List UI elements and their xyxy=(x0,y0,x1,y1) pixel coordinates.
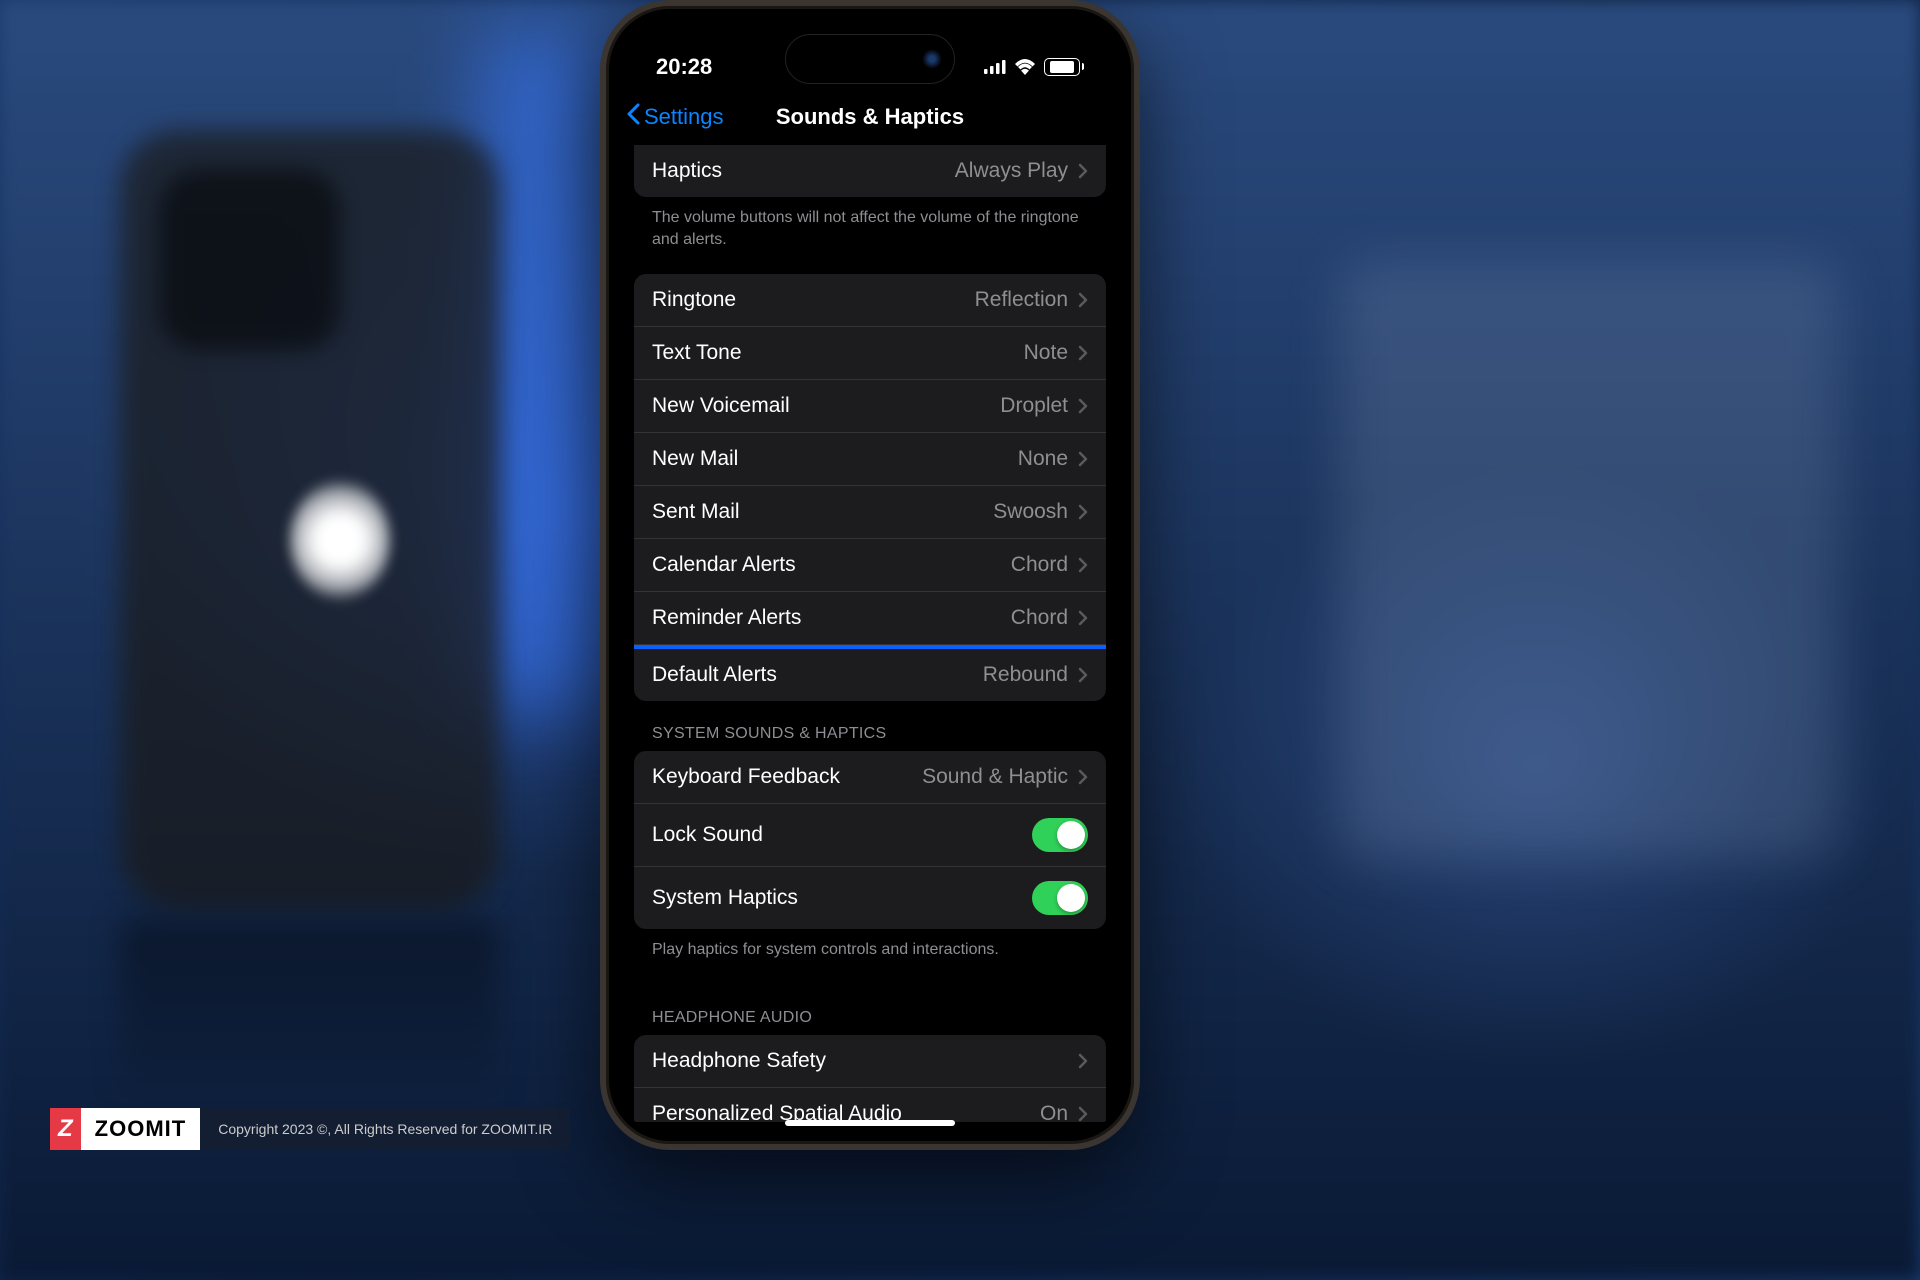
front-camera xyxy=(922,49,942,69)
headphone-audio-group: Headphone Safety Personalized Spatial Au… xyxy=(634,1035,1106,1122)
lock-sound-row: Lock Sound xyxy=(634,804,1106,867)
background-apple-logo xyxy=(290,480,390,600)
settings-content[interactable]: Haptics Always Play The volume buttons w… xyxy=(614,145,1126,1122)
system-haptics-toggle[interactable] xyxy=(1032,881,1088,915)
chevron-right-icon xyxy=(1078,1053,1088,1069)
new-mail-row[interactable]: New Mail None xyxy=(634,433,1106,486)
battery-indicator: 80 xyxy=(1044,58,1084,76)
page-title: Sounds & Haptics xyxy=(776,104,964,130)
navigation-bar: Settings Sounds & Haptics xyxy=(614,89,1126,145)
chevron-left-icon xyxy=(626,103,640,131)
system-sounds-group: Keyboard Feedback Sound & Haptic Lock So… xyxy=(634,751,1106,929)
sounds-group: Ringtone Reflection Text Tone Note New V… xyxy=(634,274,1106,701)
haptics-group: Haptics Always Play xyxy=(634,145,1106,197)
back-button[interactable]: Settings xyxy=(626,103,724,131)
watermark-copyright: Copyright 2023 ©, All Rights Reserved fo… xyxy=(200,1121,570,1137)
home-indicator[interactable] xyxy=(785,1120,955,1126)
chevron-right-icon xyxy=(1078,292,1088,308)
cellular-signal-icon xyxy=(984,60,1006,74)
wifi-icon xyxy=(1014,59,1036,75)
system-sounds-header: SYSTEM SOUNDS & HAPTICS xyxy=(634,701,1106,751)
haptics-footer: The volume buttons will not affect the v… xyxy=(634,197,1106,274)
ringtone-row[interactable]: Ringtone Reflection xyxy=(634,274,1106,327)
default-alerts-row[interactable]: Default Alerts Rebound xyxy=(634,645,1106,701)
system-haptics-row: System Haptics xyxy=(634,867,1106,929)
haptics-value: Always Play xyxy=(955,159,1068,183)
dynamic-island xyxy=(785,34,955,84)
keyboard-feedback-row[interactable]: Keyboard Feedback Sound & Haptic xyxy=(634,751,1106,804)
sent-mail-row[interactable]: Sent Mail Swoosh xyxy=(634,486,1106,539)
calendar-alerts-row[interactable]: Calendar Alerts Chord xyxy=(634,539,1106,592)
status-time: 20:28 xyxy=(656,54,712,80)
chevron-right-icon xyxy=(1078,667,1088,683)
headphone-audio-header: HEADPHONE AUDIO xyxy=(634,985,1106,1035)
background-right-object xyxy=(1340,260,1840,860)
chevron-right-icon xyxy=(1078,1106,1088,1122)
reminder-alerts-row[interactable]: Reminder Alerts Chord xyxy=(634,592,1106,645)
phone-screen: 20:28 80 xyxy=(614,14,1126,1136)
system-footer: Play haptics for system controls and int… xyxy=(634,929,1106,985)
lock-sound-toggle[interactable] xyxy=(1032,818,1088,852)
headphone-safety-row[interactable]: Headphone Safety xyxy=(634,1035,1106,1088)
watermark: Z ZOOMIT Copyright 2023 ©, All Rights Re… xyxy=(50,1108,570,1150)
chevron-right-icon xyxy=(1078,769,1088,785)
spatial-audio-row[interactable]: Personalized Spatial Audio On xyxy=(634,1088,1106,1122)
new-voicemail-row[interactable]: New Voicemail Droplet xyxy=(634,380,1106,433)
back-label: Settings xyxy=(644,104,724,130)
chevron-right-icon xyxy=(1078,610,1088,626)
phone-frame: 20:28 80 xyxy=(600,0,1140,1150)
status-icons: 80 xyxy=(984,58,1084,76)
chevron-right-icon xyxy=(1078,398,1088,414)
chevron-right-icon xyxy=(1078,345,1088,361)
chevron-right-icon xyxy=(1078,451,1088,467)
background-reflection xyxy=(120,920,500,1120)
background-phone-lens xyxy=(160,170,340,350)
chevron-right-icon xyxy=(1078,557,1088,573)
haptics-label: Haptics xyxy=(652,159,722,183)
watermark-logo-icon: Z xyxy=(50,1108,81,1150)
text-tone-row[interactable]: Text Tone Note xyxy=(634,327,1106,380)
watermark-brand: ZOOMIT xyxy=(81,1108,201,1150)
haptics-row[interactable]: Haptics Always Play xyxy=(634,145,1106,197)
chevron-right-icon xyxy=(1078,163,1088,179)
chevron-right-icon xyxy=(1078,504,1088,520)
